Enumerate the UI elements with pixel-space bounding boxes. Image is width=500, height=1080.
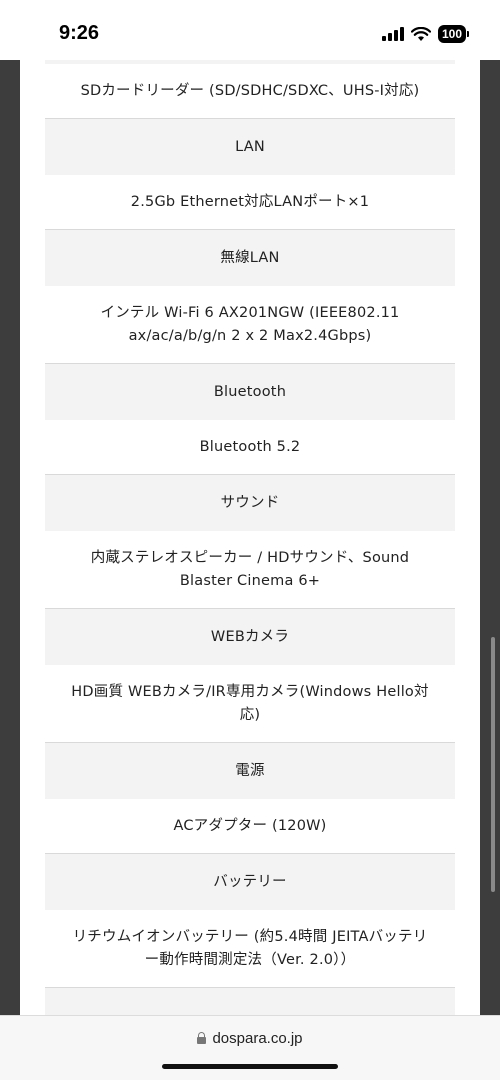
status-bar: 9:26 100	[0, 0, 500, 60]
browser-bottom-bar: dospara.co.jp	[0, 1015, 500, 1080]
status-time: 9:26	[59, 22, 100, 44]
spec-value-wireless-lan: インテル Wi-Fi 6 AX201NGW (IEEE802.11 ax/ac/…	[45, 286, 455, 364]
spec-label-lan: LAN	[45, 119, 455, 175]
spec-label-sound: サウンド	[45, 475, 455, 531]
battery-icon: 100	[437, 25, 470, 43]
spec-value-webcam: HD画質 WEBカメラ/IR専用カメラ(Windows Hello対応)	[45, 665, 455, 743]
lock-icon	[197, 1032, 207, 1044]
spec-value-bluetooth: Bluetooth 5.2	[45, 420, 455, 475]
spec-value-sound: 内蔵ステレオスピーカー / HDサウンド、Sound Blaster Cinem…	[45, 531, 455, 609]
spec-value-lan: 2.5Gb Ethernet対応LANポート×1	[45, 175, 455, 230]
spec-label-power: 電源	[45, 743, 455, 799]
cellular-signal-icon	[381, 27, 404, 41]
spec-value-battery: リチウムイオンバッテリー (約5.4時間 JEITAバッテリー動作時間測定法（V…	[45, 910, 455, 988]
address-bar[interactable]: dospara.co.jp	[0, 1030, 500, 1047]
spec-label-bluetooth: Bluetooth	[45, 364, 455, 420]
spec-label-next	[45, 988, 455, 1015]
spec-value-card-reader: SDカードリーダー (SD/SDHC/SDXC、UHS-I対応)	[45, 64, 455, 119]
spec-table: SDカードリーダー (SD/SDHC/SDXC、UHS-I対応) LAN 2.5…	[45, 60, 455, 1015]
spec-panel: SDカードリーダー (SD/SDHC/SDXC、UHS-I対応) LAN 2.5…	[20, 60, 480, 1015]
scrollbar-thumb[interactable]	[491, 637, 495, 892]
spec-label-wireless-lan: 無線LAN	[45, 230, 455, 286]
url-text[interactable]: dospara.co.jp	[212, 1030, 302, 1047]
status-icons: 100	[381, 24, 470, 44]
spec-label-webcam: WEBカメラ	[45, 609, 455, 665]
spec-value-power: ACアダプター (120W)	[45, 799, 455, 854]
home-indicator[interactable]	[162, 1064, 338, 1069]
wifi-icon	[410, 26, 431, 41]
spec-label-battery: バッテリー	[45, 854, 455, 910]
